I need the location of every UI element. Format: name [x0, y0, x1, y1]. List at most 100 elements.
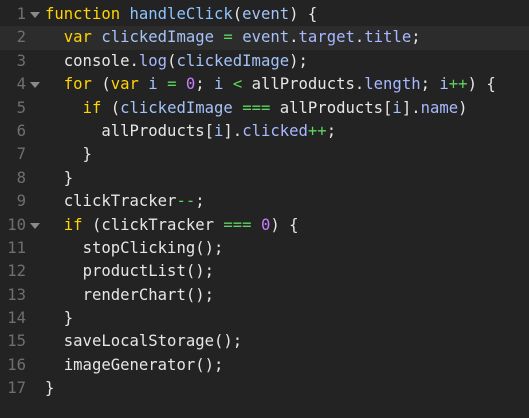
- code-token: .: [289, 28, 299, 47]
- line-number: 16: [7, 355, 26, 374]
- line-number: 15: [7, 332, 26, 351]
- fold-arrow-icon[interactable]: [29, 73, 41, 96]
- code-token: ;: [195, 75, 215, 94]
- code-token: );: [289, 51, 308, 70]
- code-token: ();: [214, 332, 243, 351]
- code-token: productList: [82, 262, 186, 281]
- code-token: ;: [411, 28, 421, 47]
- line-number: 13: [7, 285, 26, 304]
- code-line[interactable]: 16 imageGenerator();: [0, 354, 529, 377]
- line-number: 14: [7, 309, 26, 328]
- code-token: 0: [185, 75, 196, 94]
- line-number: 1: [16, 5, 26, 23]
- code-token: ) {: [270, 215, 299, 234]
- code-token: stopClicking: [82, 238, 196, 257]
- code-text: }: [45, 167, 73, 190]
- code-token: ();: [185, 262, 215, 281]
- code-line[interactable]: 9 clickTracker--;: [0, 190, 529, 213]
- code-token: ;: [420, 75, 440, 94]
- code-token: (: [232, 5, 243, 23]
- code-token: var: [63, 28, 92, 47]
- line-number: 7: [16, 145, 26, 164]
- code-token: ===: [223, 215, 252, 234]
- code-token: ].: [223, 121, 243, 140]
- code-text: if (clickedImage === allProducts[i].name…: [45, 97, 468, 120]
- code-line[interactable]: 5 if (clickedImage === allProducts[i].na…: [0, 97, 529, 120]
- code-token: [: [204, 121, 215, 140]
- fold-arrow-icon[interactable]: [29, 214, 41, 237]
- code-line[interactable]: 14 }: [0, 307, 529, 330]
- code-token: (: [101, 98, 121, 117]
- fold-arrow-icon[interactable]: [29, 3, 41, 26]
- code-token: =: [223, 28, 233, 47]
- code-line[interactable]: 1 function handleClick(event) {: [0, 3, 529, 26]
- code-line[interactable]: 6 allProducts[i].clicked++;: [0, 120, 529, 143]
- line-number: 17: [7, 379, 26, 398]
- code-token: length: [364, 75, 421, 94]
- code-line[interactable]: 11 stopClicking();: [0, 237, 529, 260]
- code-line[interactable]: 12 productList();: [0, 260, 529, 283]
- code-token: clicked: [242, 121, 308, 140]
- code-text: function handleClick(event) {: [45, 3, 317, 26]
- code-text: if (clickTracker === 0) {: [45, 214, 299, 237]
- code-token: ++: [307, 121, 327, 140]
- code-editor[interactable]: 1 function handleClick(event) {2 var clic…: [0, 0, 529, 418]
- code-text: allProducts[i].clicked++;: [45, 120, 336, 143]
- line-number: 3: [16, 51, 26, 70]
- code-token: ].: [401, 98, 421, 117]
- code-line[interactable]: 15 saveLocalStorage();: [0, 330, 529, 353]
- code-token: i: [148, 75, 158, 94]
- code-token: (: [91, 75, 111, 94]
- code-token: }: [45, 379, 55, 398]
- code-line[interactable]: 7 }: [0, 143, 529, 166]
- line-number: 2: [16, 28, 26, 47]
- code-token: }: [45, 145, 92, 164]
- code-token: ;: [195, 192, 205, 211]
- code-text: clickTracker--;: [45, 190, 205, 213]
- code-token: clickTracker: [63, 192, 177, 211]
- code-token: if: [63, 215, 83, 234]
- code-token: clickTracker: [101, 215, 215, 234]
- code-token: ++: [448, 75, 468, 94]
- code-line[interactable]: 10 if (clickTracker === 0) {: [0, 214, 529, 237]
- code-token: i: [439, 75, 449, 94]
- code-line[interactable]: 8 }: [0, 167, 529, 190]
- code-token: ;: [326, 121, 337, 140]
- code-line[interactable]: 17}: [0, 377, 529, 400]
- code-token: .: [354, 28, 365, 47]
- code-token: if: [82, 98, 102, 117]
- code-token: allProducts: [251, 75, 355, 94]
- code-token: clickedImage: [120, 98, 233, 117]
- code-line[interactable]: 4 for (var i = 0; i < allProducts.length…: [0, 73, 529, 96]
- code-token: ) {: [467, 75, 496, 94]
- code-text: console.log(clickedImage);: [45, 50, 308, 73]
- code-token: clickedImage: [101, 28, 215, 47]
- code-line[interactable]: 2 var clickedImage = event.target.title;: [0, 26, 529, 50]
- code-line[interactable]: 13 renderChart();: [0, 284, 529, 307]
- line-number: 11: [7, 238, 26, 257]
- code-token: <: [232, 75, 243, 94]
- code-text: imageGenerator();: [45, 354, 224, 377]
- code-token: i: [214, 75, 224, 94]
- code-token: ===: [242, 98, 271, 117]
- line-number: 9: [16, 192, 26, 211]
- code-line[interactable]: 3 console.log(clickedImage);: [0, 50, 529, 73]
- code-text: }: [45, 143, 92, 166]
- code-token: i: [392, 98, 402, 117]
- code-token: ) {: [289, 5, 318, 23]
- code-token: .: [354, 75, 365, 94]
